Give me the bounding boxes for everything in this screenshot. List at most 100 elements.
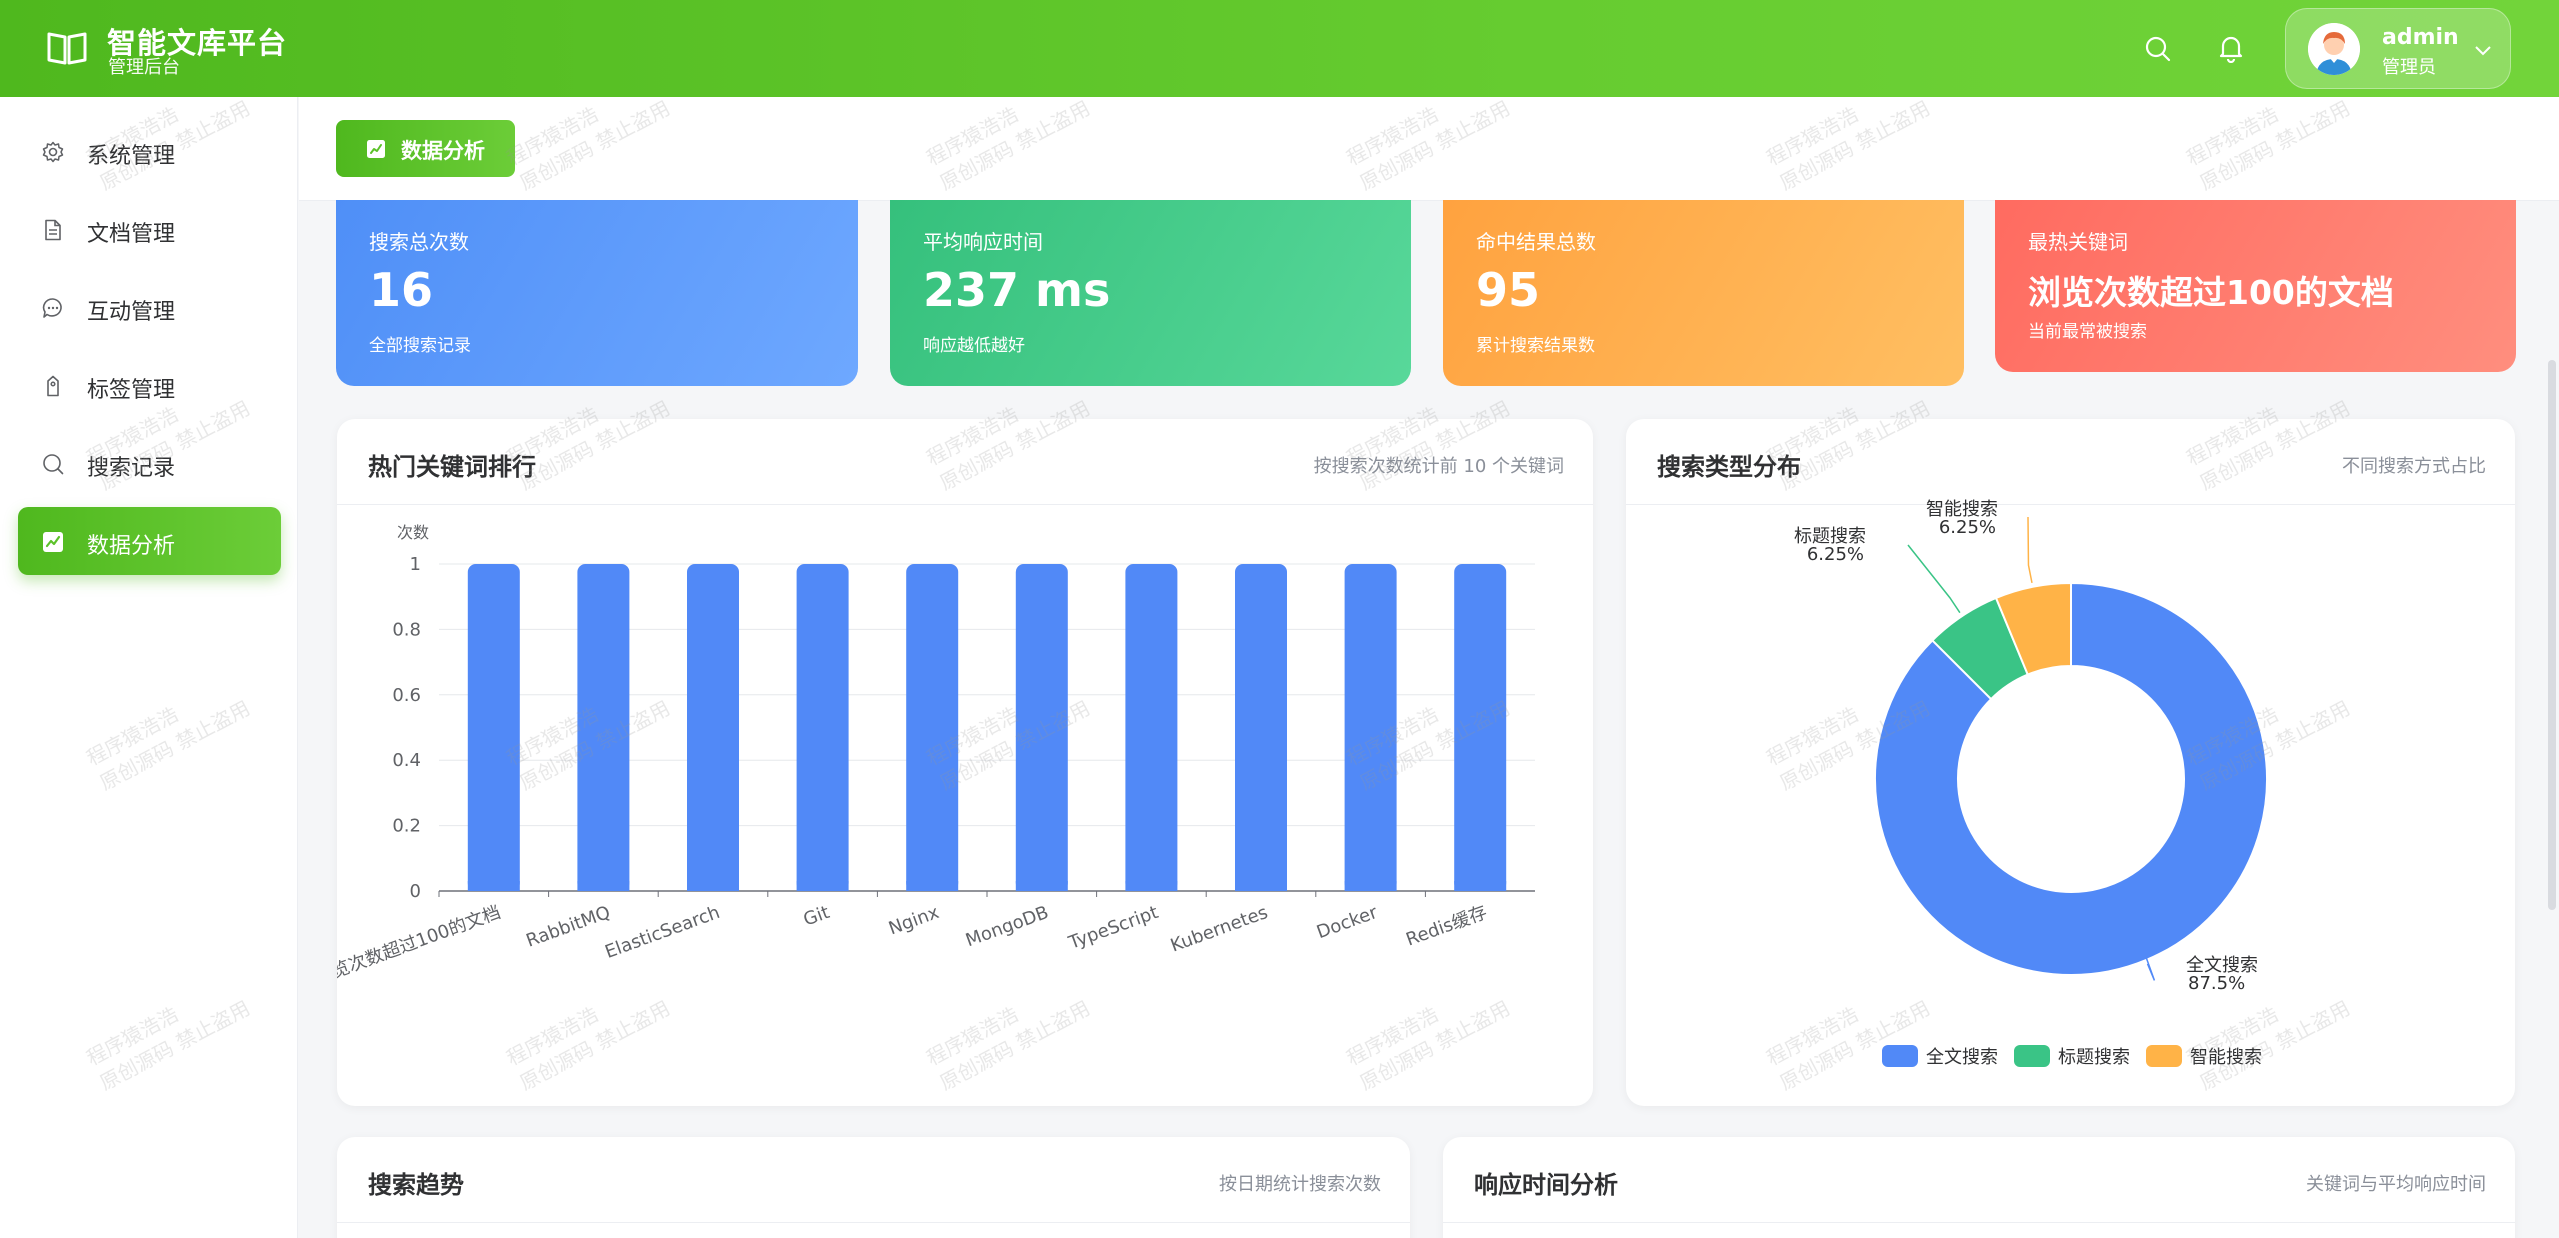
chevron-down-icon[interactable] (2472, 39, 2494, 61)
sidebar-item-label: 系统管理 (87, 144, 176, 169)
y-tick-label: 1 (410, 554, 421, 575)
sidebar-item-tags[interactable]: 标签管理 (18, 351, 281, 419)
x-tick-label: TypeScript (1065, 902, 1161, 954)
search-type-panel: 搜索类型分布 不同搜索方式占比 全文搜索 87.5% 标题搜索 6.25% 智能搜索 6.… (1626, 419, 2515, 1106)
bar-base (1454, 881, 1507, 891)
panel-header: 响应时间分析 关键词与平均响应时间 (1443, 1137, 2515, 1223)
y-axis-label: 次数 (397, 523, 429, 542)
chat-icon (42, 298, 62, 318)
x-tick-label: 浏览次数超过100的文档 (337, 902, 504, 989)
legend-label: 智能搜索 (2190, 1047, 2262, 1068)
panel-title: 响应时间分析 (1474, 1171, 1618, 1199)
bar (1125, 564, 1178, 891)
search-trend-panel: 搜索趋势 按日期统计搜索次数 (337, 1137, 1410, 1238)
stat-subtitle: 累计搜索结果数 (1476, 336, 1595, 356)
y-tick-label: 0.8 (392, 619, 421, 640)
stat-value: 16 (369, 263, 434, 317)
sidebar-item-documents[interactable]: 文档管理 (18, 195, 281, 263)
panel-description: 按日期统计搜索次数 (1219, 1174, 1381, 1195)
page-scrollbar[interactable] (2548, 360, 2556, 910)
sidebar-item-label: 文档管理 (87, 222, 176, 247)
bar (1344, 564, 1397, 891)
x-tick-label: Docker (1314, 902, 1381, 943)
y-tick-label: 0 (410, 881, 421, 902)
bar-base (1344, 881, 1397, 891)
slice-label-value: 6.25% (1939, 517, 1996, 538)
search-icon (43, 454, 64, 475)
user-menu[interactable]: admin 管理员 (2285, 8, 2511, 89)
bar (1454, 564, 1507, 891)
x-tick-label: Redis缓存 (1403, 902, 1490, 951)
document-icon (45, 219, 61, 241)
keyword-bar-chart: 次数 0 0.2 0.4 0.6 0.8 1 浏览次数超过100的文档 RabbitMQElas… (337, 523, 1535, 989)
app-header: 智能文库平台 管理后台 admin 管理员 (0, 0, 2559, 97)
keyword-ranking-panel: 热门关键词排行 按搜索次数统计前 10 个关键词 次数 0 0.2 0.4 0.6 0.8… (337, 419, 1593, 1106)
sidebar: 系统管理 文档管理 互动管理 标签管理 搜索记录 数据分析 (0, 97, 298, 1238)
tab-bar: 数据分析 (299, 97, 2559, 201)
user-name: admin (2382, 25, 2459, 50)
stat-card-avg-response: 平均响应时间 237 ms 响应越低越好 (890, 200, 1411, 386)
chart-icon (367, 140, 385, 158)
x-tick-label: RabbitMQ (523, 902, 613, 952)
bar (1015, 564, 1068, 891)
y-tick-label: 0.4 (392, 750, 421, 771)
y-tick-label: 0.6 (392, 685, 421, 706)
stat-subtitle: 当前最常被搜索 (2028, 322, 2147, 342)
bar (906, 564, 959, 891)
stat-value: 95 (1476, 263, 1541, 317)
bell-icon[interactable] (2216, 33, 2246, 63)
stat-title: 平均响应时间 (923, 230, 1043, 254)
x-tick-label: ElasticSearch (602, 902, 722, 963)
stat-card-total-searches: 搜索总次数 16 全部搜索记录 (336, 200, 858, 386)
stat-value: 浏览次数超过100的文档 (2028, 273, 2394, 312)
y-tick-label: 0.2 (392, 816, 421, 837)
brand-subtitle: 管理后台 (108, 57, 180, 78)
stat-title: 搜索总次数 (369, 230, 469, 254)
bar-base (906, 881, 959, 891)
slice-label-value: 6.25% (1807, 544, 1864, 565)
bar (796, 564, 849, 891)
chart-icon (43, 532, 63, 552)
stat-subtitle: 全部搜索记录 (369, 336, 471, 356)
stat-subtitle: 响应越低越好 (923, 336, 1025, 356)
stat-title: 最热关键词 (2028, 230, 2128, 254)
bar-base (1015, 881, 1068, 891)
legend-swatch (1882, 1045, 1918, 1067)
sidebar-item-interaction[interactable]: 互动管理 (18, 273, 281, 341)
stat-value: 237 ms (923, 263, 1111, 317)
bar-base (467, 881, 520, 891)
bar (577, 564, 630, 891)
x-tick-label: Nginx (886, 902, 942, 940)
tab-analytics[interactable]: 数据分析 (336, 120, 515, 177)
slice-label-value: 87.5% (2188, 973, 2245, 994)
x-tick-label: Git (801, 902, 833, 931)
tag-icon (47, 375, 59, 397)
legend-label: 标题搜索 (2058, 1047, 2130, 1068)
panel-header: 搜索趋势 按日期统计搜索次数 (337, 1137, 1410, 1223)
legend-swatch (2146, 1045, 2182, 1067)
bar-base (1125, 881, 1178, 891)
bar (687, 564, 739, 891)
gear-icon (42, 141, 64, 163)
bar (467, 564, 520, 891)
bar-base (796, 881, 849, 891)
stat-card-hot-keyword: 最热关键词 浏览次数超过100的文档 当前最常被搜索 (1995, 200, 2516, 372)
legend-swatch (2014, 1045, 2050, 1067)
search-type-donut-chart: 全文搜索87.5%标题搜索6.25%智能搜索6.25%全文搜索 标题搜索 智能搜索 (1794, 499, 2268, 1068)
bar-base (687, 881, 739, 891)
slice-label-line (2027, 516, 2033, 583)
user-role: 管理员 (2382, 57, 2436, 78)
x-tick-label: MongoDB (963, 902, 1052, 951)
sidebar-item-system[interactable]: 系统管理 (18, 117, 281, 185)
panel-title: 搜索趋势 (368, 1171, 464, 1199)
avatar (2308, 23, 2360, 75)
panel-description: 关键词与平均响应时间 (2306, 1174, 2486, 1195)
search-icon[interactable] (2143, 34, 2173, 64)
sidebar-item-label: 数据分析 (87, 534, 176, 559)
sidebar-item-analytics[interactable]: 数据分析 (18, 507, 281, 575)
legend-label: 全文搜索 (1926, 1047, 1998, 1068)
slice-label-line (2145, 956, 2156, 981)
sidebar-item-search-records[interactable]: 搜索记录 (18, 429, 281, 497)
stat-card-hit-results: 命中结果总数 95 累计搜索结果数 (1443, 200, 1964, 386)
bar-base (1235, 881, 1287, 891)
